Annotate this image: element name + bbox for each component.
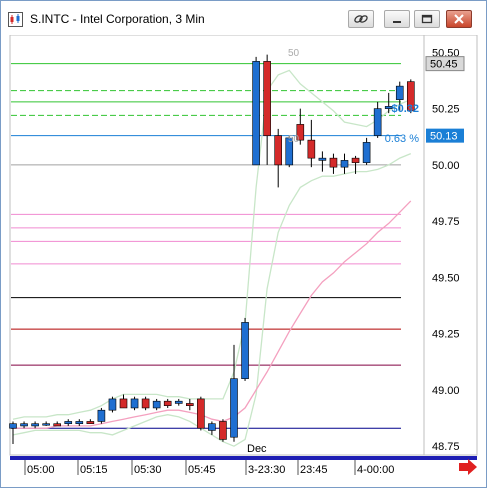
candle-body[interactable] — [351, 157, 360, 163]
change-percent: 0.63 % — [385, 133, 419, 145]
candle-body[interactable] — [241, 322, 249, 379]
candle-body[interactable] — [152, 400, 161, 409]
candle-body[interactable] — [141, 398, 150, 409]
candle-body[interactable] — [42, 423, 50, 426]
band-label: 50 — [288, 48, 300, 59]
price-tick-label: 49.00 — [432, 385, 460, 397]
candle-body[interactable] — [75, 421, 84, 424]
time-tick-label: 23:45 — [300, 464, 328, 476]
candle-body[interactable] — [97, 409, 106, 422]
candle-body[interactable] — [186, 403, 194, 406]
candle-body[interactable] — [86, 421, 95, 424]
time-tick-label: 05:45 — [188, 464, 216, 476]
candle-body[interactable] — [197, 398, 205, 429]
price-tick-label: 49.75 — [432, 216, 460, 228]
plot-frame — [9, 35, 478, 456]
candlestick-chart[interactable]: 50 50 $0.32 0.63 % 50.5050.2550.0049.754… — [1, 35, 486, 487]
minimize-icon — [393, 21, 401, 23]
candle-body[interactable] — [130, 398, 139, 409]
candle-body[interactable] — [64, 421, 73, 424]
price-tick-label: 49.25 — [432, 329, 460, 341]
candle-body[interactable] — [307, 139, 316, 159]
candle-body[interactable] — [252, 61, 260, 166]
candle-body[interactable] — [362, 142, 371, 163]
maximize-icon — [421, 14, 433, 24]
minimize-button[interactable] — [384, 10, 410, 28]
candle-body[interactable] — [208, 423, 216, 431]
time-axis-scrollbar[interactable] — [10, 456, 477, 460]
time-tick-label: 4-00:00 — [357, 464, 394, 476]
candle-body[interactable] — [274, 135, 283, 166]
price-tick-label: 50.25 — [432, 104, 460, 116]
last-price: 50.13 — [430, 131, 458, 143]
link-button[interactable] — [348, 10, 374, 28]
highlight-price: 50.45 — [430, 59, 458, 71]
close-icon — [454, 14, 464, 24]
candle-body[interactable] — [9, 423, 17, 429]
time-tick-label: 05:00 — [27, 464, 55, 476]
candle-body[interactable] — [230, 378, 238, 438]
chart-app-icon — [8, 12, 23, 27]
window-title: S.INTC - Intel Corporation, 3 Min — [30, 12, 205, 26]
price-tick-label: 48.75 — [432, 441, 460, 453]
close-button[interactable] — [446, 10, 472, 28]
candle-body[interactable] — [373, 108, 382, 136]
candle-body[interactable] — [318, 157, 327, 161]
candle-body[interactable] — [263, 61, 271, 136]
candle-body[interactable] — [395, 85, 404, 100]
time-tick-label: 05:30 — [134, 464, 162, 476]
candle-body[interactable] — [174, 400, 183, 404]
date-divider-label: Dec — [247, 443, 267, 455]
candle-body[interactable] — [20, 423, 28, 427]
title-bar[interactable]: S.INTC - Intel Corporation, 3 Min — [1, 1, 486, 35]
change-amount: $0.32 — [391, 103, 419, 115]
candle-body[interactable] — [108, 398, 117, 411]
chart-plot-area[interactable]: 50 50 $0.32 0.63 % 50.50 50.25 50.00 49.75 4… — [1, 35, 486, 487]
time-tick-label: 3-23:30 — [248, 464, 285, 476]
band-label-lower: 50 — [288, 134, 300, 145]
candle-body[interactable] — [340, 160, 349, 168]
candle-body[interactable] — [119, 398, 128, 409]
price-tick-label: 49.50 — [432, 272, 460, 284]
link-icon — [354, 15, 368, 23]
candle-body[interactable] — [329, 157, 338, 168]
right-arrow-icon[interactable] — [459, 459, 477, 475]
chart-window: S.INTC - Intel Corporation, 3 Min 50 50 … — [0, 0, 487, 488]
candle-body[interactable] — [163, 400, 172, 406]
candle-body[interactable] — [219, 421, 227, 440]
candle-body[interactable] — [53, 423, 62, 427]
maximize-button[interactable] — [414, 10, 440, 28]
candle-body[interactable] — [31, 423, 39, 427]
price-tick-label: 50.00 — [432, 160, 460, 172]
time-tick-label: 05:15 — [80, 464, 108, 476]
